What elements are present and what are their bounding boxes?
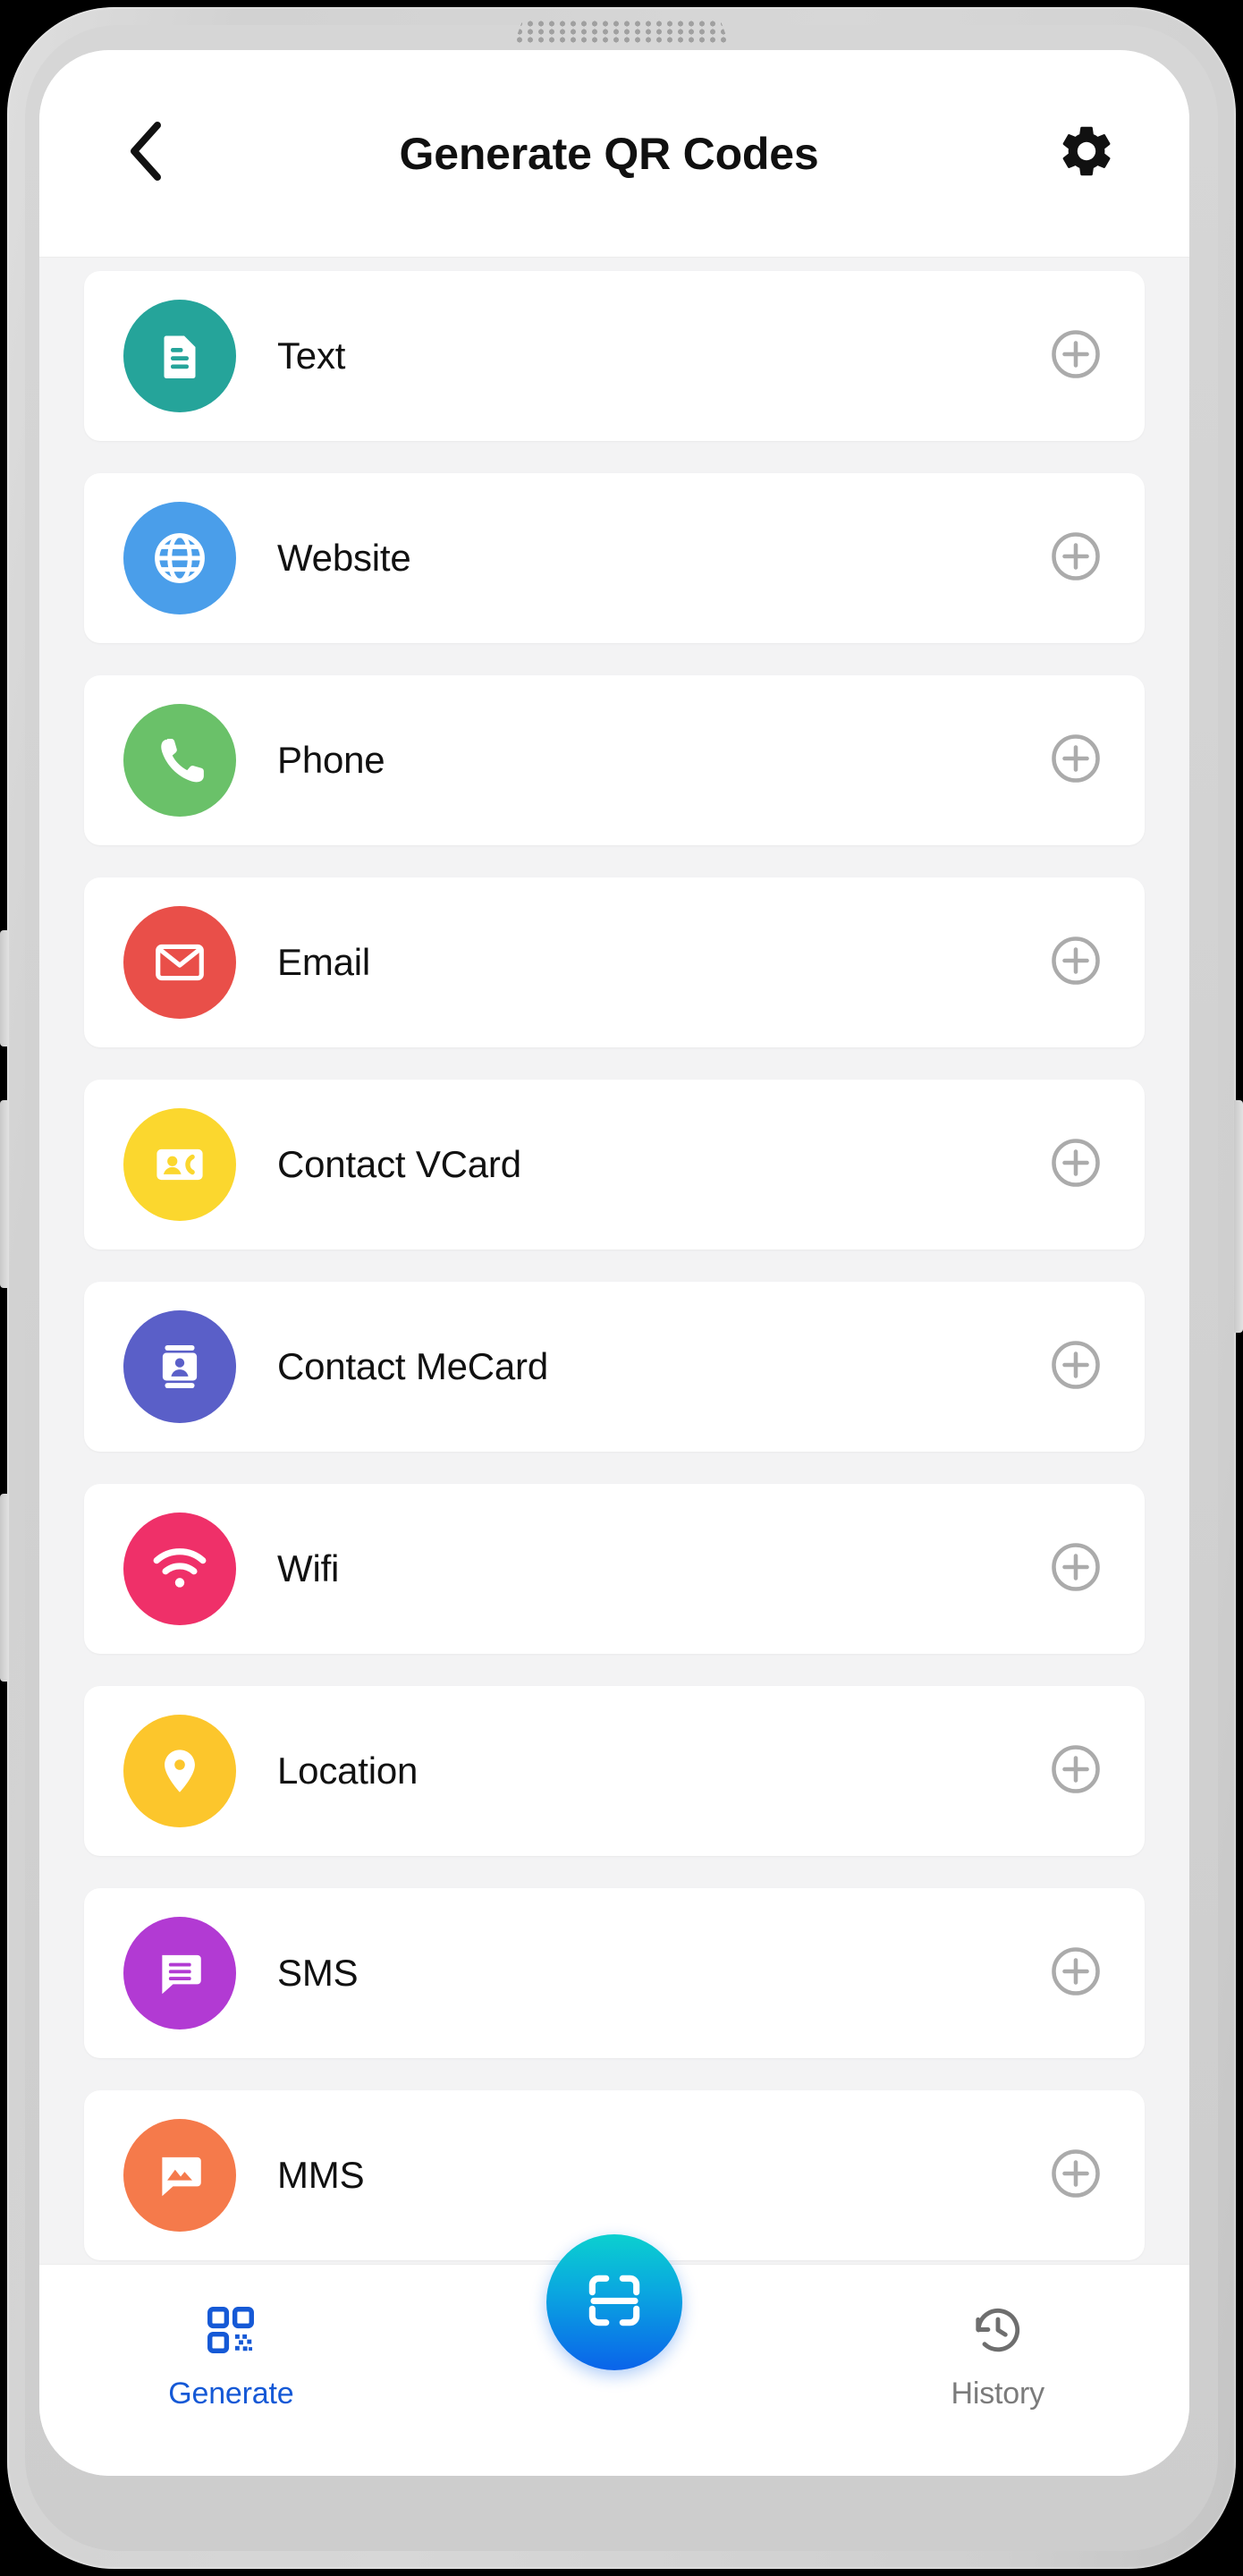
type-icon-badge bbox=[123, 906, 236, 1019]
list-item[interactable]: Text bbox=[84, 271, 1145, 441]
plus-circle-icon bbox=[1047, 1741, 1104, 1802]
plus-circle-icon bbox=[1047, 1538, 1104, 1600]
list-item-label: Text bbox=[277, 335, 346, 377]
list-item[interactable]: Email bbox=[84, 877, 1145, 1047]
contact-card-icon bbox=[151, 1136, 208, 1193]
plus-circle-icon bbox=[1047, 730, 1104, 792]
list-item-label: Contact VCard bbox=[277, 1143, 521, 1185]
app-bar: Generate QR Codes bbox=[39, 50, 1189, 258]
phone-side-button-volume-down[interactable] bbox=[0, 1494, 9, 1682]
qr-type-list: Text Website Phone Email Contact VCard C… bbox=[39, 258, 1189, 2264]
list-item-label: SMS bbox=[277, 1952, 359, 1994]
scan-button[interactable] bbox=[546, 2234, 682, 2370]
add-button[interactable] bbox=[1046, 933, 1105, 992]
add-button[interactable] bbox=[1046, 1944, 1105, 2003]
chat-lines-icon bbox=[152, 1945, 207, 2001]
clock-rotate-icon bbox=[970, 2302, 1026, 2362]
page-title: Generate QR Codes bbox=[399, 128, 819, 179]
list-item[interactable]: Contact MeCard bbox=[84, 1282, 1145, 1452]
list-item[interactable]: Location bbox=[84, 1686, 1145, 1856]
list-item-label: Wifi bbox=[277, 1547, 340, 1589]
list-item-label: Email bbox=[277, 941, 371, 983]
add-button[interactable] bbox=[1046, 2146, 1105, 2205]
settings-button[interactable] bbox=[1053, 121, 1120, 187]
add-button[interactable] bbox=[1046, 731, 1105, 790]
add-button[interactable] bbox=[1046, 529, 1105, 588]
globe-icon bbox=[150, 529, 209, 588]
type-icon-badge bbox=[123, 1715, 236, 1827]
plus-circle-icon bbox=[1047, 2145, 1104, 2207]
add-button[interactable] bbox=[1046, 1135, 1105, 1194]
type-icon-badge bbox=[123, 1310, 236, 1423]
type-icon-badge bbox=[123, 502, 236, 614]
list-item[interactable]: Phone bbox=[84, 675, 1145, 845]
document-icon bbox=[153, 329, 207, 383]
phone-side-button-power[interactable] bbox=[1234, 1100, 1243, 1333]
add-button[interactable] bbox=[1046, 326, 1105, 386]
list-item-label: MMS bbox=[277, 2154, 365, 2196]
scan-frame-icon bbox=[581, 2267, 647, 2338]
tab-history[interactable]: History bbox=[806, 2265, 1189, 2411]
plus-circle-icon bbox=[1047, 528, 1104, 589]
chat-image-icon bbox=[152, 2148, 207, 2203]
id-badge-icon bbox=[152, 1339, 207, 1394]
type-icon-badge bbox=[123, 2119, 236, 2232]
bottom-navigation: Generate History bbox=[39, 2234, 1189, 2476]
plus-circle-icon bbox=[1047, 1134, 1104, 1196]
add-button[interactable] bbox=[1046, 1539, 1105, 1598]
qr-code-icon bbox=[203, 2302, 258, 2362]
phone-side-button-mute[interactable] bbox=[0, 930, 9, 1046]
list-item-label: Phone bbox=[277, 739, 385, 781]
tab-generate-label: Generate bbox=[168, 2377, 294, 2411]
plus-circle-icon bbox=[1047, 1336, 1104, 1398]
phone-icon bbox=[152, 733, 207, 788]
map-pin-icon bbox=[154, 1745, 206, 1797]
list-item-label: Location bbox=[277, 1750, 419, 1792]
list-item[interactable]: Contact VCard bbox=[84, 1080, 1145, 1250]
plus-circle-icon bbox=[1047, 1943, 1104, 2004]
phone-screen: Generate QR Codes Text Website Phone Ema… bbox=[39, 50, 1189, 2476]
type-icon-badge bbox=[123, 1917, 236, 2029]
plus-circle-icon bbox=[1047, 932, 1104, 994]
list-item-label: Website bbox=[277, 537, 411, 579]
type-icon-badge bbox=[123, 1108, 236, 1221]
phone-side-button-volume-up[interactable] bbox=[0, 1100, 9, 1288]
type-icon-badge bbox=[123, 704, 236, 817]
add-button[interactable] bbox=[1046, 1337, 1105, 1396]
tab-history-label: History bbox=[951, 2377, 1044, 2411]
envelope-icon bbox=[152, 935, 207, 990]
phone-speaker-grille bbox=[514, 20, 729, 43]
wifi-icon bbox=[150, 1539, 209, 1598]
add-button[interactable] bbox=[1046, 1741, 1105, 1801]
list-item[interactable]: Wifi bbox=[84, 1484, 1145, 1654]
chevron-left-icon bbox=[125, 120, 166, 187]
list-item-label: Contact MeCard bbox=[277, 1345, 548, 1387]
list-item[interactable]: Website bbox=[84, 473, 1145, 643]
list-item[interactable]: SMS bbox=[84, 1888, 1145, 2058]
gear-icon bbox=[1056, 121, 1117, 186]
type-icon-badge bbox=[123, 300, 236, 412]
plus-circle-icon bbox=[1047, 326, 1104, 387]
screenshot-root: Generate QR Codes Text Website Phone Ema… bbox=[0, 0, 1243, 2576]
type-icon-badge bbox=[123, 1513, 236, 1625]
tab-generate[interactable]: Generate bbox=[39, 2265, 423, 2411]
